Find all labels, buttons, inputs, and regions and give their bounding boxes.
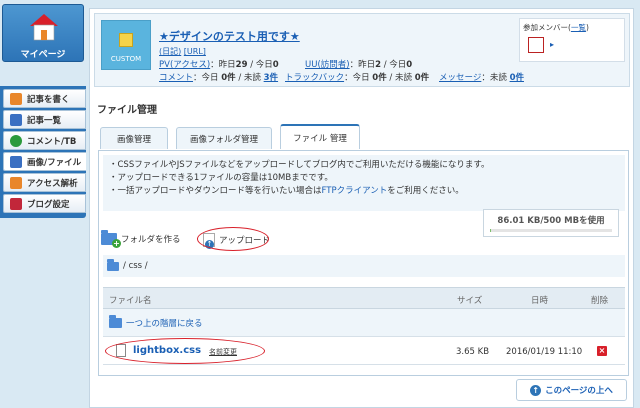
members-title: 参加メンバー(一覧) <box>523 23 589 32</box>
sidebar-item-files[interactable]: 画像/ファイル <box>3 152 86 171</box>
info-line: ・アップロードできる1ファイルの容量は10MBまでです。 <box>109 173 333 183</box>
tab-file-manage[interactable]: ファイル 管理 <box>280 124 360 149</box>
usage-bar-fill <box>490 229 491 232</box>
main-panel: CUSTOM ★デザインのテスト用です★ (日記) [URL] PV(アクセス)… <box>89 8 634 408</box>
sidebar-nav: 記事を書く 記事一覧 コメント/TB 画像/ファイル アクセス解析 ブログ設定 <box>0 86 86 218</box>
message-stats: メッセージ：未読 0件 <box>439 73 524 83</box>
col-date: 日時 <box>531 296 549 306</box>
uu-stats: UU(訪問者)：昨日2 / 今日0 <box>305 60 413 70</box>
sidebar-item-articles[interactable]: 記事一覧 <box>3 110 86 129</box>
sidebar-item-label: アクセス解析 <box>27 178 78 189</box>
sidebar: マイページ 記事を書く 記事一覧 コメント/TB 画像/ファイル アクセス解析 … <box>0 0 86 408</box>
comment-stats: コメント：今日 0件 / 未読 3件 <box>159 73 279 83</box>
parent-folder-link[interactable]: 一つ上の階層に戻る <box>126 317 203 329</box>
list-icon <box>10 113 22 126</box>
make-folder-button[interactable]: + フォルダを作る <box>101 230 181 248</box>
blog-meta-links: (日記) [URL] <box>159 46 206 57</box>
ftp-client-link[interactable]: FTPクライアント <box>322 186 388 196</box>
logo-text: CUSTOM <box>110 55 142 63</box>
chart-icon <box>10 176 22 189</box>
house-icon <box>30 14 58 41</box>
members-list-link[interactable]: 一覧 <box>571 23 586 32</box>
file-size: 3.65 KB <box>456 347 490 357</box>
usage-bar <box>490 229 612 232</box>
members-box: 参加メンバー(一覧) ▸ <box>519 18 625 62</box>
col-delete: 削除 <box>591 296 609 306</box>
usage-text: 86.01 KB/500 MBを使用 <box>497 216 605 226</box>
page-title: ファイル管理 <box>97 105 157 116</box>
back-to-top-button[interactable]: ↑ このページの上へ <box>516 379 627 401</box>
storage-usage: 86.01 KB/500 MBを使用 <box>483 209 619 237</box>
comment-icon <box>10 134 22 147</box>
diary-link[interactable]: (日記) <box>159 47 181 56</box>
sidebar-item-label: 記事を書く <box>27 94 70 105</box>
info-line: ・一括アップロードやダウンロード等を行いたい場合はFTPクライアントをご利用くだ… <box>109 186 464 196</box>
chevron-right-icon[interactable]: ▸ <box>550 40 554 49</box>
sidebar-item-label: 画像/ファイル <box>27 157 82 168</box>
trackback-link[interactable]: トラックバック <box>285 73 344 83</box>
table-header: ファイル名 サイズ 日時 削除 <box>103 287 625 309</box>
message-link[interactable]: メッセージ <box>439 73 481 83</box>
member-avatar[interactable] <box>528 37 544 53</box>
parent-folder-row[interactable]: 一つ上の階層に戻る <box>103 309 625 337</box>
comment-unread-link[interactable]: 3件 <box>264 73 278 83</box>
info-box: ・CSSファイルやJSファイルなどをアップロードしてブログ内でご利用いただける機… <box>103 155 625 211</box>
file-manager-panel: ・CSSファイルやJSファイルなどをアップロードしてブログ内でご利用いただける機… <box>98 150 629 376</box>
message-unread-link[interactable]: 0件 <box>510 73 524 83</box>
sidebar-item-label: コメント/TB <box>27 136 77 147</box>
mypage-button[interactable]: マイページ <box>2 4 84 62</box>
delete-icon[interactable]: × <box>597 346 607 356</box>
col-size: サイズ <box>457 296 483 306</box>
cube-icon <box>119 33 133 47</box>
wrench-icon <box>10 197 22 210</box>
trackback-stats: トラックバック：今日 0件 / 未読 0件 <box>285 73 430 83</box>
uu-link[interactable]: UU(訪問者) <box>305 60 350 70</box>
pv-link[interactable]: PV(アクセス) <box>159 60 210 70</box>
sidebar-item-analytics[interactable]: アクセス解析 <box>3 173 86 192</box>
annotation-circle-upload <box>197 227 269 251</box>
blog-title-link[interactable]: ★デザインのテスト用です★ <box>159 28 300 44</box>
breadcrumb: / css / <box>103 255 625 277</box>
current-path: / css / <box>123 261 148 271</box>
folder-add-icon: + <box>101 230 121 248</box>
tab-image-manage[interactable]: 画像管理 <box>100 127 168 149</box>
mypage-label: マイページ <box>20 50 66 60</box>
sidebar-item-label: ブログ設定 <box>27 199 70 210</box>
pencil-icon <box>10 92 22 105</box>
sidebar-item-write[interactable]: 記事を書く <box>3 89 86 108</box>
arrow-up-icon: ↑ <box>530 384 542 396</box>
sidebar-item-comments[interactable]: コメント/TB <box>3 131 86 150</box>
comment-link[interactable]: コメント <box>159 73 193 83</box>
info-line: ・CSSファイルやJSファイルなどをアップロードしてブログ内でご利用いただける機… <box>109 160 490 170</box>
make-folder-label: フォルダを作る <box>121 235 181 245</box>
pv-stats: PV(アクセス)：昨日29 / 今日0 <box>159 60 279 70</box>
back-to-top-label: このページの上へ <box>545 386 613 396</box>
folder-up-icon <box>109 314 122 328</box>
annotation-circle-file <box>105 338 265 364</box>
image-icon <box>10 155 22 168</box>
col-filename: ファイル名 <box>109 296 152 306</box>
file-date: 2016/01/19 11:10 <box>506 347 583 357</box>
folder-icon <box>107 258 119 271</box>
url-link[interactable]: [URL] <box>184 47 206 56</box>
sidebar-item-label: 記事一覧 <box>27 115 62 126</box>
tab-image-folder[interactable]: 画像フォルダ管理 <box>176 127 272 149</box>
blog-logo[interactable]: CUSTOM <box>101 20 151 70</box>
blog-header: CUSTOM ★デザインのテスト用です★ (日記) [URL] PV(アクセス)… <box>94 13 630 87</box>
sidebar-item-settings[interactable]: ブログ設定 <box>3 194 86 213</box>
